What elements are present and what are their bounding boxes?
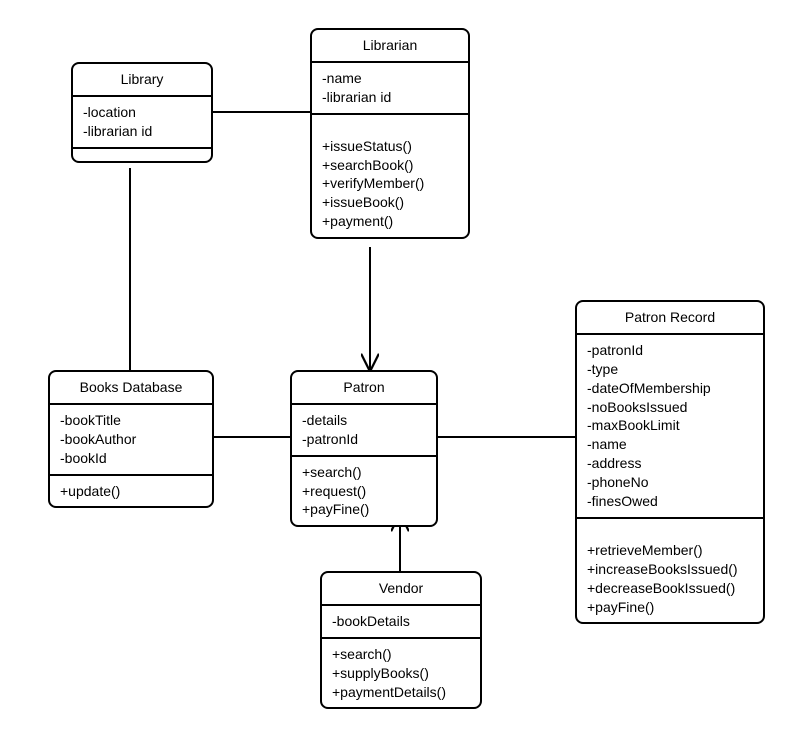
class-title: Patron xyxy=(343,379,384,395)
class-patron: Patron -details -patronId +search() +req… xyxy=(290,370,438,527)
class-booksdb: Books Database -bookTitle -bookAuthor -b… xyxy=(48,370,214,508)
attr: -noBooksIssued xyxy=(587,398,753,417)
op: +increaseBooksIssued() xyxy=(587,560,753,579)
attr: -dateOfMembership xyxy=(587,379,753,398)
attr: -maxBookLimit xyxy=(587,416,753,435)
op: +issueBook() xyxy=(322,193,458,212)
attr: -details xyxy=(302,411,426,430)
attr: -patronId xyxy=(302,430,426,449)
attr: -librarian id xyxy=(83,122,201,141)
attr: -address xyxy=(587,454,753,473)
class-title: Vendor xyxy=(379,580,423,596)
op: +supplyBooks() xyxy=(332,664,470,683)
op: +paymentDetails() xyxy=(332,683,470,702)
op: +update() xyxy=(60,482,202,501)
attr: -finesOwed xyxy=(587,492,753,511)
attr: -location xyxy=(83,103,201,122)
class-patronrecord: Patron Record -patronId -type -dateOfMem… xyxy=(575,300,765,624)
op: +retrieveMember() xyxy=(587,541,753,560)
op: +searchBook() xyxy=(322,156,458,175)
attr: -name xyxy=(322,69,458,88)
op: +payFine() xyxy=(302,500,426,519)
attr: -bookId xyxy=(60,449,202,468)
op: +verifyMember() xyxy=(322,174,458,193)
ops-empty xyxy=(73,147,211,161)
op: +issueStatus() xyxy=(322,137,458,156)
op: +request() xyxy=(302,482,426,501)
class-title: Library xyxy=(121,71,164,87)
class-title: Patron Record xyxy=(625,309,715,325)
attr: -patronId xyxy=(587,341,753,360)
op: +search() xyxy=(332,645,470,664)
op: +payFine() xyxy=(587,598,753,617)
attr: -type xyxy=(587,360,753,379)
op: +decreaseBookIssued() xyxy=(587,579,753,598)
class-library: Library -location -librarian id xyxy=(71,62,213,163)
class-vendor: Vendor -bookDetails +search() +supplyBoo… xyxy=(320,571,482,709)
op: +payment() xyxy=(322,212,458,231)
attr: -phoneNo xyxy=(587,473,753,492)
op: +search() xyxy=(302,463,426,482)
attr: -bookTitle xyxy=(60,411,202,430)
class-librarian: Librarian -name -librarian id +issueStat… xyxy=(310,28,470,239)
class-title: Books Database xyxy=(80,379,183,395)
attr: -bookAuthor xyxy=(60,430,202,449)
attr: -bookDetails xyxy=(332,612,470,631)
attr: -name xyxy=(587,435,753,454)
class-title: Librarian xyxy=(363,37,417,53)
attr: -librarian id xyxy=(322,88,458,107)
